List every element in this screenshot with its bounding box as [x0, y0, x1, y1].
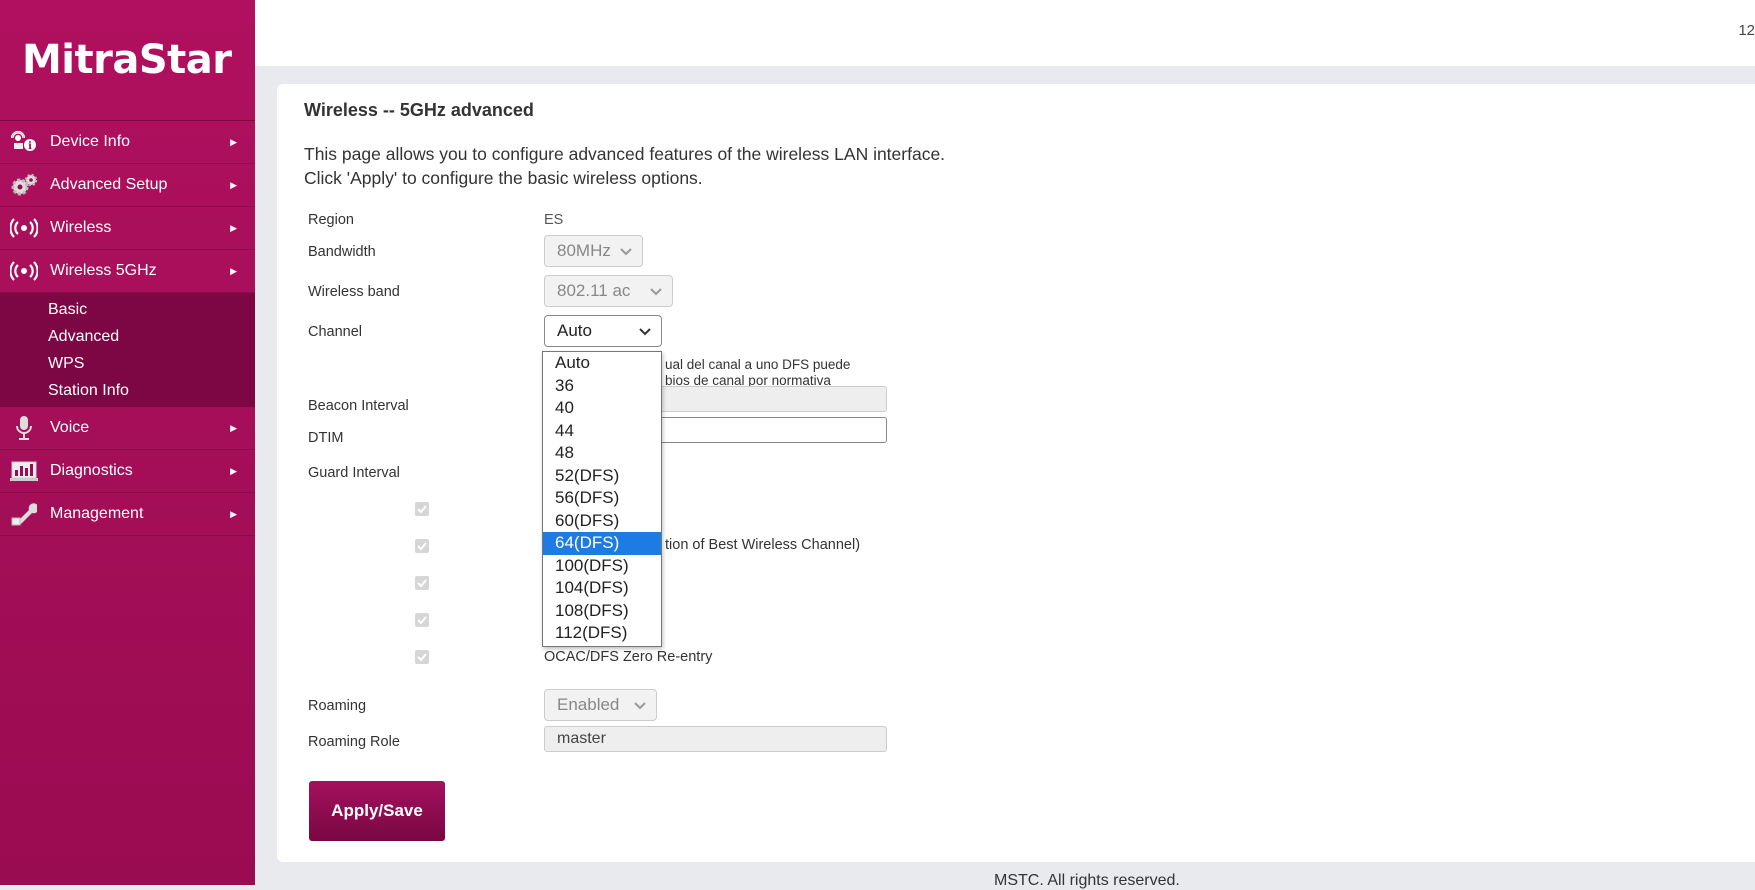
checkbox-2[interactable] — [415, 539, 429, 553]
sidebar-item-label: Wireless — [50, 219, 112, 236]
channel-option[interactable]: 64(DFS) — [543, 532, 661, 555]
top-right-text: 12 — [1738, 22, 1755, 39]
sidebar-item-label: Advanced Setup — [50, 176, 168, 193]
microphone-icon — [10, 416, 38, 440]
wireless-icon — [10, 216, 38, 240]
guard-interval-label: Guard Interval — [308, 465, 400, 481]
sidebar-item-device-info[interactable]: i Device Info ▶ — [0, 121, 255, 164]
diagnostics-icon — [10, 459, 38, 483]
apply-save-button[interactable]: Apply/Save — [309, 781, 445, 841]
footer-text: MSTC. All rights reserved. — [994, 872, 1180, 889]
submenu-item-station-info[interactable]: Station Info — [0, 377, 255, 404]
ocac-label: OCAC/DFS Zero Re-entry — [544, 649, 713, 665]
chevron-right-icon: ▶ — [230, 136, 237, 147]
sidebar: MitraStar i Device Info ▶ Advanced Setup… — [0, 0, 255, 885]
sidebar-item-wireless[interactable]: Wireless ▶ — [0, 207, 255, 250]
sidebar-item-label: Diagnostics — [50, 462, 133, 479]
chevron-right-icon: ▶ — [230, 222, 237, 233]
channel-option[interactable]: 44 — [543, 420, 661, 443]
top-bar: 12 — [255, 0, 1755, 66]
channel-option[interactable]: 40 — [543, 397, 661, 420]
chevron-down-icon — [620, 248, 632, 256]
sidebar-item-label: Management — [50, 505, 144, 522]
channel-option[interactable]: 36 — [543, 375, 661, 398]
chevron-down-icon — [634, 702, 646, 710]
sidebar-item-advanced-setup[interactable]: Advanced Setup ▶ — [0, 164, 255, 207]
roaming-role-label: Roaming Role — [308, 734, 400, 750]
sidebar-item-wireless-5ghz[interactable]: Wireless 5GHz ▶ — [0, 250, 255, 293]
bandwidth-label: Bandwidth — [308, 244, 376, 260]
bandwidth-select[interactable]: 80MHz — [544, 235, 643, 267]
chevron-right-icon: ▶ — [230, 179, 237, 190]
roaming-label: Roaming — [308, 698, 367, 714]
bandwidth-select-value: 80MHz — [557, 241, 611, 260]
channel-option[interactable]: 56(DFS) — [543, 487, 661, 510]
channel-select[interactable]: Auto — [544, 315, 662, 347]
gears-icon — [10, 173, 38, 197]
roaming-select-value: Enabled — [557, 695, 620, 714]
sidebar-item-label: Voice — [50, 419, 90, 436]
region-label: Region — [308, 212, 354, 228]
wireless-icon — [10, 259, 38, 283]
channel-select-value: Auto — [557, 321, 592, 340]
page-description: This page allows you to configure advanc… — [304, 142, 945, 190]
roaming-select[interactable]: Enabled — [544, 689, 657, 721]
channel-dropdown-list[interactable]: Auto 36 40 44 48 52(DFS) 56(DFS) 60(DFS) 64(DFS)… — [542, 351, 662, 647]
channel-note-line-1: ual del canal a uno DFS puede — [665, 357, 851, 372]
device-info-icon: i — [10, 130, 38, 154]
roaming-role-input[interactable]: master — [544, 726, 887, 752]
chevron-right-icon: ▶ — [230, 465, 237, 476]
channel-label: Channel — [308, 324, 363, 340]
sidebar-item-voice[interactable]: Voice ▶ — [0, 407, 255, 450]
channel-option[interactable]: Auto — [543, 352, 661, 375]
wireless-band-select-value: 802.11 ac — [557, 281, 631, 300]
channel-option[interactable]: 100(DFS) — [543, 555, 661, 578]
wireless-band-select[interactable]: 802.11 ac — [544, 275, 673, 307]
brand-logo: MitraStar — [0, 0, 255, 121]
channel-option[interactable]: 108(DFS) — [543, 600, 661, 623]
checkbox-4[interactable] — [415, 613, 429, 627]
description-line-1: This page allows you to configure advanc… — [304, 144, 946, 164]
sidebar-item-management[interactable]: Management ▶ — [0, 493, 255, 536]
submenu-item-advanced[interactable]: Advanced — [0, 323, 255, 350]
sidebar-item-label: Wireless 5GHz — [50, 262, 157, 279]
wireless-band-label: Wireless band — [308, 284, 400, 300]
page-title: Wireless -- 5GHz advanced — [304, 100, 534, 120]
submenu-item-wps[interactable]: WPS — [0, 350, 255, 377]
sidebar-item-diagnostics[interactable]: Diagnostics ▶ — [0, 450, 255, 493]
region-value: ES — [544, 212, 564, 228]
checkbox-3[interactable] — [415, 576, 429, 590]
chevron-down-icon — [639, 328, 651, 336]
channel-option[interactable]: 104(DFS) — [543, 577, 661, 600]
chevron-down-icon — [650, 288, 662, 296]
main-panel: Wireless -- 5GHz advanced This page allo… — [277, 84, 1755, 862]
chevron-right-icon: ▶ — [230, 422, 237, 433]
checkbox-ocac[interactable] — [415, 650, 429, 664]
channel-option[interactable]: 60(DFS) — [543, 510, 661, 533]
wireless-5ghz-submenu: Basic Advanced WPS Station Info — [0, 293, 255, 407]
checkmark-icon — [417, 653, 427, 662]
wrench-icon — [10, 502, 38, 526]
beacon-interval-label: Beacon Interval — [308, 398, 409, 414]
svg-text:i: i — [28, 141, 32, 152]
channel-option[interactable]: 52(DFS) — [543, 465, 661, 488]
checkmark-icon — [417, 542, 427, 551]
checkmark-icon — [417, 505, 427, 514]
checkmark-icon — [417, 616, 427, 625]
checkbox-1[interactable] — [415, 502, 429, 516]
submenu-item-basic[interactable]: Basic — [0, 296, 255, 323]
dtim-label: DTIM — [308, 430, 344, 446]
chevron-right-icon: ▶ — [230, 508, 237, 519]
description-line-2: Click 'Apply' to configure the basic wir… — [304, 168, 703, 188]
channel-option[interactable]: 48 — [543, 442, 661, 465]
checkmark-icon — [417, 579, 427, 588]
best-channel-note: tion of Best Wireless Channel) — [665, 537, 861, 553]
sidebar-item-label: Device Info — [50, 133, 131, 150]
channel-option[interactable]: 112(DFS) — [543, 622, 661, 645]
chevron-right-icon: ▶ — [230, 265, 237, 276]
